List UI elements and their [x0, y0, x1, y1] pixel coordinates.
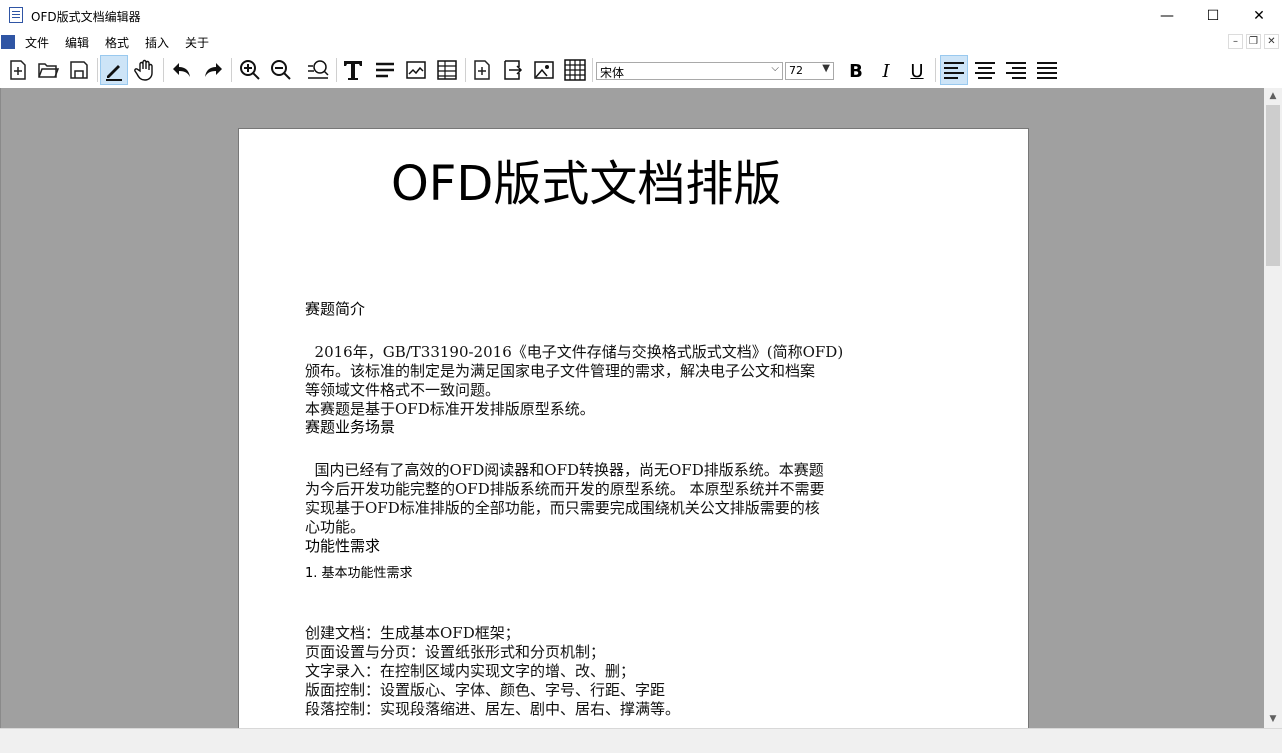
- zoom-in-icon: [240, 60, 260, 80]
- open-folder-icon: [38, 63, 60, 78]
- toolbar-separator: [465, 58, 466, 82]
- requirement-line[interactable]: 文字录入：在控制区域内实现文字的增、改、删；: [305, 662, 635, 681]
- text-tool-button[interactable]: [339, 55, 367, 85]
- add-page-button[interactable]: [468, 55, 496, 85]
- zoom-fit-button[interactable]: [304, 55, 332, 85]
- font-size-select[interactable]: 72 ▼: [785, 62, 834, 80]
- window-title: OFD版式文档编辑器: [31, 10, 141, 24]
- insert-icon: [504, 60, 523, 80]
- requirement-line[interactable]: 段落控制：实现段落缩进、居左、剧中、居右、撑满等。: [305, 700, 680, 719]
- title-bar: OFD版式文档编辑器 — ☐ ✕: [0, 0, 1282, 31]
- paragraph-line[interactable]: 2016年，GB/T33190-2016《电子文件存储与交换格式版式文档》(简称…: [305, 343, 844, 362]
- requirement-line[interactable]: 页面设置与分页：设置纸张形式和分页机制；: [305, 643, 605, 662]
- scrollbar-thumb[interactable]: [1266, 105, 1280, 266]
- zoom-out-button[interactable]: [267, 55, 295, 85]
- toolbar-separator: [97, 58, 98, 82]
- hand-tool-button[interactable]: [131, 55, 159, 85]
- redo-button[interactable]: [199, 55, 227, 85]
- insert-button[interactable]: [499, 55, 527, 85]
- menu-insert[interactable]: 插入: [145, 34, 169, 51]
- menu-about[interactable]: 关于: [185, 34, 209, 51]
- paragraph-icon: [376, 62, 394, 78]
- maximize-button[interactable]: ☐: [1190, 0, 1236, 31]
- paragraph-line[interactable]: 国内已经有了高效的OFD阅读器和OFD转换器，尚无OFD排版系统。本赛题: [305, 461, 824, 480]
- bold-button[interactable]: B: [842, 57, 870, 85]
- image-box-button[interactable]: [402, 55, 430, 85]
- menu-bar: 文件 编辑 格式 插入 关于 – ❐ ✕: [0, 31, 1282, 52]
- paragraph-tool-button[interactable]: [371, 55, 399, 85]
- align-center-button[interactable]: [971, 55, 999, 85]
- section-heading-scenario[interactable]: 赛题业务场景: [305, 416, 395, 437]
- align-left-button[interactable]: [940, 55, 968, 85]
- list-item[interactable]: 1. 基本功能性需求: [305, 562, 413, 581]
- table-box-icon: [437, 60, 457, 80]
- italic-button[interactable]: I: [872, 57, 900, 85]
- vertical-scrollbar[interactable]: ▲ ▼: [1264, 88, 1282, 728]
- zoom-out-icon: [271, 60, 291, 80]
- status-bar: [0, 728, 1282, 753]
- font-family-select[interactable]: 宋体 ⌵: [596, 62, 783, 80]
- align-center-icon: [975, 62, 995, 79]
- requirement-line[interactable]: 版面控制：设置版心、字体、颜色、字号、行距、字距: [305, 681, 665, 700]
- requirement-line[interactable]: 创建文档：生成基本OFD框架；: [305, 624, 520, 643]
- toolbar-separator: [935, 58, 936, 82]
- pen-icon: [106, 65, 122, 81]
- picture-icon: [534, 61, 554, 79]
- document-menu-icon[interactable]: [1, 35, 15, 49]
- align-right-button[interactable]: [1002, 55, 1030, 85]
- save-icon: [70, 61, 88, 79]
- font-size-value: 72: [789, 64, 803, 77]
- justify-icon: [1037, 62, 1057, 79]
- zoom-fit-icon: [308, 60, 329, 79]
- underline-button[interactable]: U: [903, 57, 931, 85]
- toolbar-separator: [336, 58, 337, 82]
- menu-format[interactable]: 格式: [105, 34, 129, 51]
- dropdown-arrow-icon: ▼: [822, 63, 830, 74]
- hand-icon: [134, 59, 153, 81]
- mdi-minimize-button[interactable]: –: [1228, 34, 1243, 49]
- toolbar-separator: [231, 58, 232, 82]
- mdi-close-button[interactable]: ✕: [1264, 34, 1279, 49]
- document-title[interactable]: OFD版式文档排版: [391, 155, 781, 213]
- new-document-icon: [10, 60, 26, 80]
- section-heading-intro[interactable]: 赛题简介: [305, 298, 365, 319]
- minimize-button[interactable]: —: [1144, 0, 1190, 31]
- toolbar-separator: [163, 58, 164, 82]
- new-document-button[interactable]: [4, 55, 32, 85]
- add-page-icon: [474, 60, 490, 80]
- close-button[interactable]: ✕: [1236, 0, 1282, 31]
- menu-edit[interactable]: 编辑: [65, 34, 89, 51]
- paragraph-line[interactable]: 颁布。该标准的制定是为满足国家电子文件管理的需求，解决电子公文和档案: [305, 362, 815, 381]
- font-family-value: 宋体: [600, 66, 625, 80]
- pen-tool-button[interactable]: [100, 55, 128, 85]
- text-icon: [344, 61, 362, 80]
- zoom-in-button[interactable]: [236, 55, 264, 85]
- image-box-icon: [406, 61, 426, 79]
- justify-button[interactable]: [1033, 55, 1061, 85]
- grid-icon: [564, 59, 586, 81]
- open-button[interactable]: [34, 55, 62, 85]
- grid-button[interactable]: [561, 55, 589, 85]
- paragraph-line[interactable]: 为今后开发功能完整的OFD排版系统而开发的原型系统。 本原型系统并不需要: [305, 480, 825, 499]
- menu-file[interactable]: 文件: [25, 34, 49, 51]
- section-heading-requirements[interactable]: 功能性需求: [305, 535, 380, 556]
- mdi-restore-button[interactable]: ❐: [1246, 34, 1261, 49]
- picture-button[interactable]: [530, 55, 558, 85]
- save-button[interactable]: [65, 55, 93, 85]
- redo-icon: [205, 63, 222, 77]
- align-right-icon: [1006, 62, 1026, 79]
- app-icon: [9, 7, 23, 23]
- chevron-down-icon: ⌵: [771, 63, 779, 74]
- table-box-button[interactable]: [433, 55, 461, 85]
- undo-icon: [173, 63, 190, 77]
- align-left-icon: [944, 62, 964, 79]
- undo-button[interactable]: [168, 55, 196, 85]
- paragraph-line[interactable]: 等领域文件格式不一致问题。: [305, 381, 500, 400]
- paragraph-line[interactable]: 实现基于OFD标准排版的全部功能，而只需要完成围绕机关公文排版需要的核: [305, 499, 820, 518]
- scroll-down-icon[interactable]: ▼: [1264, 711, 1282, 728]
- scroll-up-icon[interactable]: ▲: [1264, 88, 1282, 105]
- toolbar-separator: [592, 58, 593, 82]
